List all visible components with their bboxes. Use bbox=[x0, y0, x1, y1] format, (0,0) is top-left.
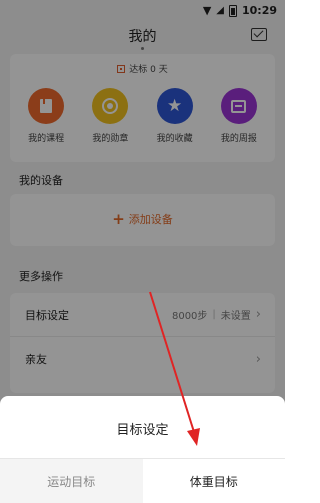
sheet-title: 目标设定 bbox=[116, 423, 169, 438]
goal-bottom-sheet: 目标设定 运动目标 体重目标 bbox=[0, 396, 285, 503]
weight-goal-option[interactable]: 体重目标 bbox=[142, 459, 285, 503]
sport-goal-option[interactable]: 运动目标 bbox=[0, 459, 143, 503]
sheet-options: 运动目标 体重目标 bbox=[0, 458, 285, 503]
